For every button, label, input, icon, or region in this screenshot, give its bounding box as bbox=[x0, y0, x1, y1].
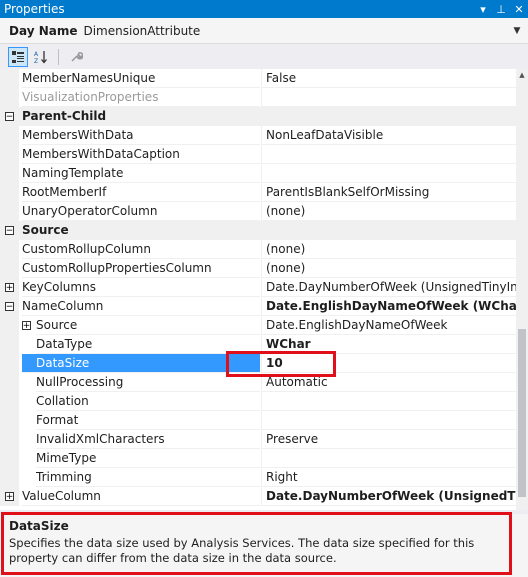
category-row-parent-child[interactable]: − Parent-Child bbox=[0, 107, 516, 126]
property-row-keycolumns[interactable]: + KeyColumns Date.DayNumberOfWeek (Unsig… bbox=[0, 278, 516, 297]
scroll-up-icon[interactable]: ▲ bbox=[516, 69, 528, 81]
pin-button[interactable]: ⊥ bbox=[492, 0, 510, 18]
close-button[interactable]: ✕ bbox=[510, 0, 528, 18]
alphabetical-button[interactable]: A Z bbox=[31, 47, 51, 67]
categorized-button[interactable] bbox=[8, 46, 28, 67]
property-row[interactable]: MimeType bbox=[0, 449, 516, 468]
property-row[interactable]: Trimming Right bbox=[0, 468, 516, 487]
property-name: InvalidXmlCharacters bbox=[36, 430, 260, 449]
property-name: NamingTemplate bbox=[22, 164, 260, 183]
object-name: Day Name bbox=[9, 23, 78, 38]
highlight-box-description bbox=[1, 512, 512, 575]
property-value[interactable]: (none) bbox=[261, 240, 516, 259]
property-row[interactable]: RootMemberIf ParentIsBlankSelfOrMissing bbox=[0, 183, 516, 202]
property-name: UnaryOperatorColumn bbox=[22, 202, 260, 221]
toolbar-separator bbox=[58, 48, 59, 65]
category-row-source[interactable]: − Source bbox=[0, 221, 516, 240]
window-title: Properties bbox=[4, 2, 65, 16]
property-value[interactable]: Date.EnglishDayNameOfWeek bbox=[261, 316, 516, 335]
alphabetical-icon: A Z bbox=[34, 50, 47, 64]
property-value[interactable]: (none) bbox=[261, 202, 516, 221]
property-row[interactable]: MemberNamesUnique False bbox=[0, 69, 516, 88]
property-row[interactable]: NamingTemplate bbox=[0, 164, 516, 183]
svg-text:Z: Z bbox=[34, 58, 38, 64]
property-value[interactable] bbox=[261, 392, 516, 411]
property-name: Source bbox=[36, 316, 260, 335]
expand-icon[interactable]: + bbox=[5, 283, 14, 292]
property-value[interactable]: ParentIsBlankSelfOrMissing bbox=[261, 183, 516, 202]
property-value[interactable] bbox=[261, 449, 516, 468]
properties-title-bar: Properties ▾ ⊥ ✕ bbox=[0, 0, 528, 18]
property-name: MembersWithDataCaption bbox=[22, 145, 260, 164]
expand-icon[interactable]: + bbox=[22, 321, 31, 330]
property-value[interactable]: (none) bbox=[261, 259, 516, 278]
property-name: KeyColumns bbox=[22, 278, 260, 297]
property-row[interactable]: InvalidXmlCharacters Preserve bbox=[0, 430, 516, 449]
property-value[interactable] bbox=[261, 164, 516, 183]
vertical-scrollbar[interactable]: ▲ bbox=[516, 69, 528, 510]
collapse-icon[interactable]: − bbox=[5, 112, 14, 121]
property-value[interactable]: Date.DayNumberOfWeek (UnsignedTinyInt) bbox=[261, 278, 516, 297]
property-name: Trimming bbox=[36, 468, 260, 487]
property-row[interactable]: Collation bbox=[0, 392, 516, 411]
object-selector[interactable]: Day Name DimensionAttribute ▼ bbox=[0, 18, 528, 44]
property-name: MembersWithData bbox=[22, 126, 260, 145]
property-name: CustomRollupColumn bbox=[22, 240, 260, 259]
property-name: CustomRollupPropertiesColumn bbox=[22, 259, 260, 278]
property-value[interactable]: Preserve bbox=[261, 430, 516, 449]
property-row-namecolumn[interactable]: − NameColumn Date.EnglishDayNameOfWeek (… bbox=[0, 297, 516, 316]
object-type: DimensionAttribute bbox=[83, 23, 201, 38]
property-name: RootMemberIf bbox=[22, 183, 260, 202]
property-name: Format bbox=[36, 411, 260, 430]
property-value[interactable]: Date.DayNumberOfWeek (UnsignedTinyInt) bbox=[261, 487, 516, 506]
categorized-icon bbox=[12, 50, 24, 63]
collapse-icon[interactable]: − bbox=[5, 302, 14, 311]
property-row[interactable]: Format bbox=[0, 411, 516, 430]
property-value[interactable]: False bbox=[261, 69, 516, 88]
category-name: Parent-Child bbox=[22, 109, 107, 123]
scroll-thumb[interactable] bbox=[518, 329, 526, 497]
property-name: Collation bbox=[36, 392, 260, 411]
chevron-down-icon[interactable]: ▼ bbox=[510, 18, 524, 44]
property-value[interactable]: NonLeafDataVisible bbox=[261, 126, 516, 145]
property-row[interactable]: UnaryOperatorColumn (none) bbox=[0, 202, 516, 221]
property-row[interactable]: CustomRollupPropertiesColumn (none) bbox=[0, 259, 516, 278]
property-name: MemberNamesUnique bbox=[22, 69, 260, 88]
property-name: VisualizationProperties bbox=[22, 88, 260, 107]
wrench-icon bbox=[71, 51, 83, 62]
expand-icon[interactable]: + bbox=[5, 492, 14, 501]
property-row[interactable]: CustomRollupColumn (none) bbox=[0, 240, 516, 259]
property-name: DataSize bbox=[22, 354, 260, 373]
property-name: MimeType bbox=[36, 449, 260, 468]
property-row-source-sub[interactable]: + Source Date.EnglishDayNameOfWeek bbox=[0, 316, 516, 335]
property-value[interactable] bbox=[261, 411, 516, 430]
property-value[interactable] bbox=[261, 145, 516, 164]
property-name: NameColumn bbox=[22, 297, 260, 316]
property-pages-button[interactable] bbox=[66, 47, 86, 67]
property-value[interactable]: Right bbox=[261, 468, 516, 487]
property-value[interactable]: Date.EnglishDayNameOfWeek (WChar) bbox=[261, 297, 516, 316]
highlight-box-datasize-value bbox=[226, 351, 336, 377]
window-dropdown-button[interactable]: ▾ bbox=[474, 0, 492, 18]
property-value[interactable] bbox=[261, 88, 516, 107]
property-row[interactable]: VisualizationProperties bbox=[0, 88, 516, 107]
properties-toolbar: A Z bbox=[0, 44, 528, 69]
property-row-valuecolumn[interactable]: + ValueColumn Date.DayNumberOfWeek (Unsi… bbox=[0, 487, 516, 506]
property-name: ValueColumn bbox=[22, 487, 260, 506]
property-row[interactable]: MembersWithData NonLeafDataVisible bbox=[0, 126, 516, 145]
category-name: Source bbox=[22, 223, 69, 237]
property-grid: MemberNamesUnique False VisualizationPro… bbox=[0, 69, 516, 510]
collapse-icon[interactable]: − bbox=[5, 226, 14, 235]
property-row[interactable]: MembersWithDataCaption bbox=[0, 145, 516, 164]
svg-text:A: A bbox=[34, 51, 39, 58]
